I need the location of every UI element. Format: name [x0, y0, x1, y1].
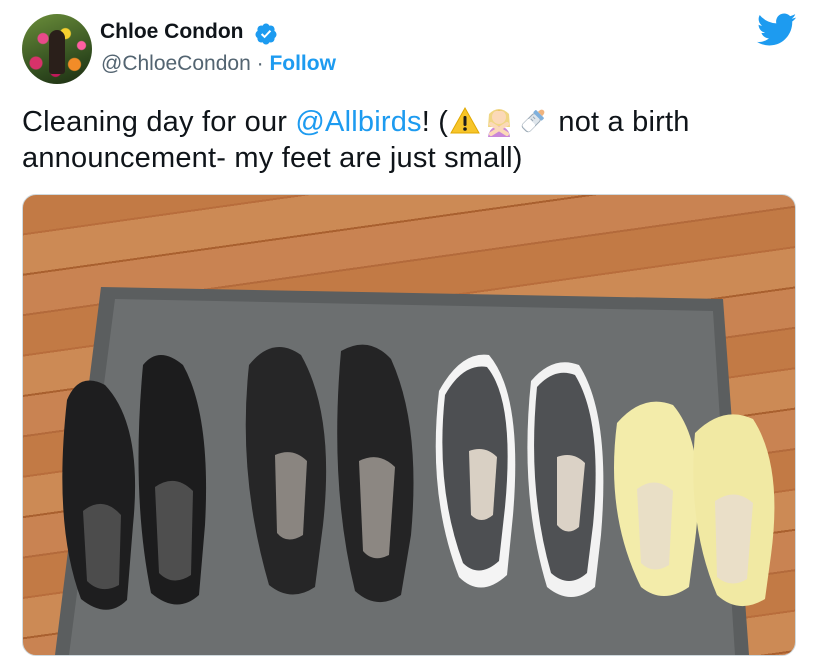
- avatar-person: [49, 30, 65, 74]
- author-handle[interactable]: @ChloeCondon: [101, 52, 251, 75]
- tweet-text-part2: ! (: [421, 106, 449, 138]
- baby-bottle-emoji-icon: [521, 109, 545, 133]
- follow-button[interactable]: Follow: [269, 52, 336, 75]
- author-display-name[interactable]: Chloe Condon: [100, 20, 243, 44]
- tweet-photo[interactable]: [22, 194, 796, 656]
- mention-allbirds-link[interactable]: @Allbirds: [295, 106, 421, 138]
- warning-emoji-icon: [450, 106, 480, 134]
- verified-badge-icon: [255, 23, 277, 45]
- author-avatar[interactable]: [22, 14, 92, 84]
- shoes-photo-illustration: [55, 287, 775, 655]
- tweet-text: Cleaning day for our @Allbirds! ( not a …: [22, 104, 802, 176]
- tweet-text-part1: Cleaning day for our: [22, 106, 296, 138]
- handle-row: @ChloeCondon · Follow: [101, 52, 336, 76]
- handle-separator: ·: [256, 52, 264, 75]
- person-gesturing-no-emoji-icon: [488, 109, 511, 137]
- twitter-bird-icon[interactable]: [757, 12, 797, 48]
